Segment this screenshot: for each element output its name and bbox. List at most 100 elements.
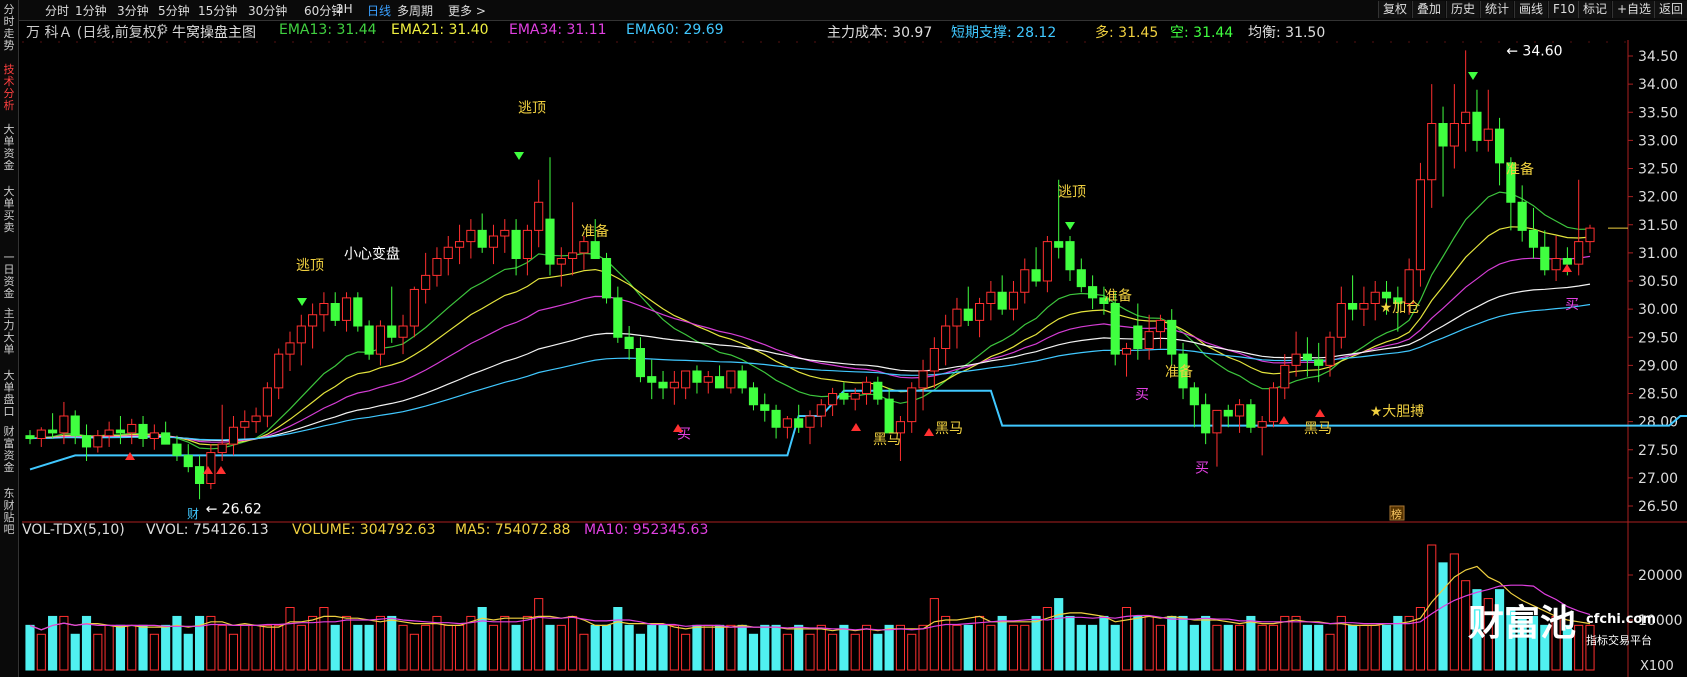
volume-bar xyxy=(1234,624,1245,671)
volume-bar xyxy=(1393,615,1403,671)
y-tick-label: 32.00 xyxy=(1638,190,1678,206)
candle-body xyxy=(1257,421,1267,428)
volume-bar xyxy=(1291,615,1301,671)
candle-body xyxy=(613,297,623,338)
volume-bar xyxy=(488,624,499,671)
up-arrow-icon xyxy=(216,466,226,474)
candle-body xyxy=(364,325,374,355)
candle-body xyxy=(918,370,928,389)
candle-body xyxy=(534,201,544,231)
volume-bar xyxy=(568,615,578,671)
candle-body xyxy=(1314,359,1324,366)
candle-body xyxy=(1585,227,1595,243)
volume-bar xyxy=(873,633,883,671)
y-tick-label: 31.00 xyxy=(1638,246,1678,262)
candle-body xyxy=(828,393,838,406)
y-tick-label: 30.00 xyxy=(1638,302,1678,318)
signal-annotation: 黑马 xyxy=(935,421,963,437)
volume-bar xyxy=(1280,615,1290,671)
candle-body xyxy=(1020,269,1030,293)
signal-annotation: 买 xyxy=(1565,297,1579,313)
candle-body xyxy=(127,423,137,434)
signal-annotation: 准备 xyxy=(1165,364,1193,381)
candle-body xyxy=(1381,291,1392,299)
volume-bar xyxy=(1167,615,1177,671)
candle-body xyxy=(183,454,193,468)
candle-body xyxy=(375,325,386,355)
candle-body xyxy=(522,229,532,259)
volume-bar xyxy=(454,624,465,671)
signal-annotation: 逃顶 xyxy=(296,258,324,274)
candle-body xyxy=(262,387,272,417)
vol-ma5-line xyxy=(29,565,1591,632)
candle-body xyxy=(1155,319,1166,333)
volume-bar xyxy=(364,624,374,671)
candle-body xyxy=(1540,246,1550,271)
signal-annotation: 黑马 xyxy=(873,432,901,448)
volume-bar xyxy=(341,615,352,671)
vol-unit-label: X100 xyxy=(1640,659,1674,674)
candle-body xyxy=(545,218,555,265)
volume-bar xyxy=(36,633,46,671)
candle-body xyxy=(1302,353,1312,361)
down-arrow-icon xyxy=(1065,222,1075,230)
volume-bar xyxy=(500,615,510,671)
candle-body xyxy=(1042,241,1052,282)
candle-body xyxy=(647,376,657,383)
volume-bar xyxy=(443,624,453,671)
y-tick-label: 31.50 xyxy=(1638,218,1678,234)
candle-body xyxy=(929,348,939,372)
volume-bar xyxy=(850,633,860,671)
candle-body xyxy=(353,297,363,327)
down-arrow-icon xyxy=(297,298,307,306)
y-tick-label: 34.00 xyxy=(1638,77,1678,93)
candle-body xyxy=(1336,303,1346,338)
volume-bar xyxy=(748,633,759,671)
candle-body xyxy=(1088,286,1098,299)
candle-body xyxy=(737,370,747,389)
candle-body xyxy=(974,303,985,321)
candle-body xyxy=(748,387,759,406)
volume-bar xyxy=(251,624,261,671)
candlestick-chart[interactable]: 26.5027.0027.5028.0028.5029.0029.5030.00… xyxy=(0,0,1687,677)
candle-body xyxy=(387,325,397,338)
candle-body xyxy=(839,393,849,400)
candle-body xyxy=(1223,409,1233,417)
volume-bar xyxy=(624,624,634,671)
y-tick-label: 29.00 xyxy=(1638,358,1678,374)
y-tick-label: 32.50 xyxy=(1638,162,1678,178)
candle-body xyxy=(669,381,679,389)
volume-bar xyxy=(816,624,826,671)
candle-body xyxy=(285,342,295,355)
candle-body xyxy=(104,429,114,437)
candle-body xyxy=(1076,269,1086,288)
volume-bar xyxy=(601,624,612,671)
candle-body xyxy=(556,258,566,265)
candle-body xyxy=(805,415,815,428)
volume-bar xyxy=(1427,544,1437,671)
candle-body xyxy=(816,404,826,417)
volume-bar xyxy=(726,624,736,671)
candle-body xyxy=(1121,348,1132,355)
candle-body xyxy=(579,241,589,254)
candle-body xyxy=(81,435,92,448)
candle-body xyxy=(228,426,239,445)
signal-annotation: 买 xyxy=(1195,460,1209,476)
volume-bar xyxy=(1268,624,1279,671)
volume-bar xyxy=(861,624,872,671)
volume-bar xyxy=(929,598,939,671)
candle-body xyxy=(1167,319,1177,355)
signal-annotation: 准备 xyxy=(1104,288,1132,305)
candle-body xyxy=(511,229,521,259)
volume-bar xyxy=(1449,553,1459,671)
volume-bar xyxy=(1223,624,1233,671)
y-tick-label: 27.50 xyxy=(1638,443,1678,459)
volume-bar xyxy=(1257,624,1267,671)
candle-body xyxy=(217,443,227,454)
volume-bar xyxy=(613,607,623,671)
volume-bar xyxy=(262,624,272,671)
vol-ma10-line xyxy=(29,584,1591,631)
volume-bar xyxy=(714,624,725,671)
volume-bar xyxy=(703,624,713,671)
volume-bar xyxy=(963,624,973,671)
